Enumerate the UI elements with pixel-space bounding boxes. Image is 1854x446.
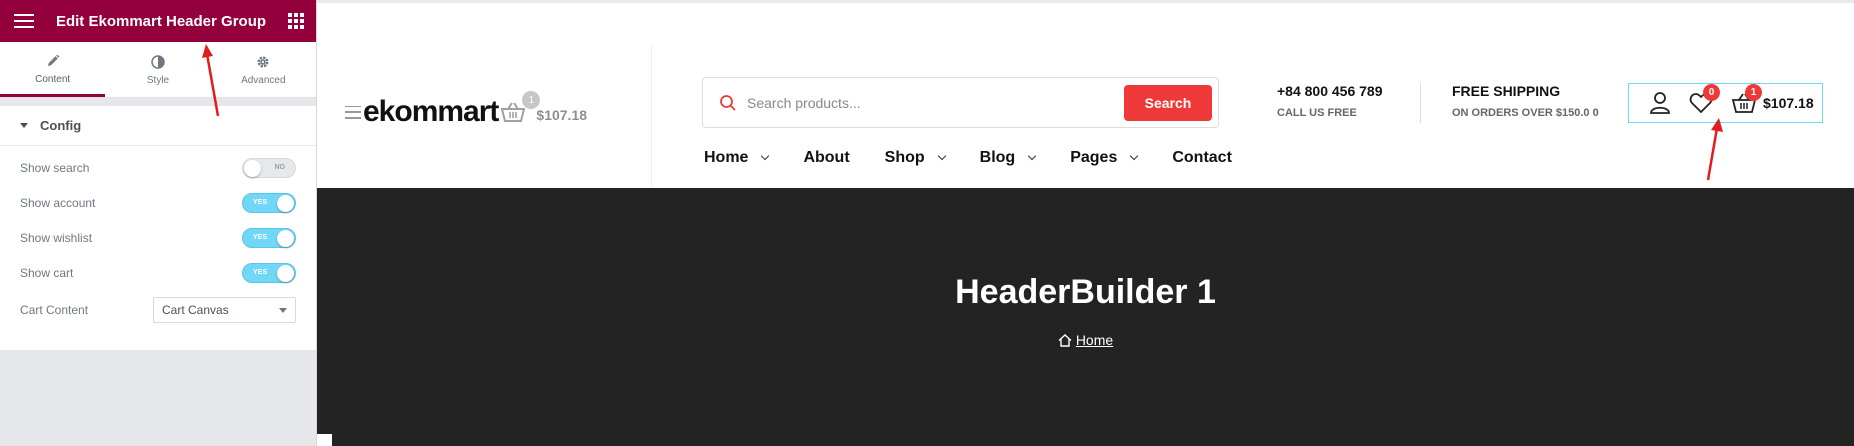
pencil-icon: [46, 52, 60, 70]
chevron-down-icon: [279, 307, 287, 313]
page-title-banner: HeaderBuilder 1 Home: [317, 188, 1854, 446]
caret-down-icon: [20, 123, 28, 128]
chevron-down-icon: [1130, 151, 1139, 161]
nav-label: Home: [704, 149, 749, 166]
control-label: Cart Content: [20, 303, 89, 317]
switch-state: YES: [253, 198, 268, 206]
nav-label: About: [803, 149, 850, 166]
control-label: Show wishlist: [20, 230, 93, 245]
chevron-down-icon: [1027, 151, 1037, 161]
contact-info: +84 800 456 789 CALL US FREE: [1277, 83, 1383, 119]
account-button[interactable]: [1649, 91, 1671, 115]
control-show-search: Show search NO: [0, 150, 316, 185]
show-cart-switch[interactable]: YES: [242, 262, 296, 283]
chevron-down-icon: [761, 151, 770, 161]
logo-cart-amount: $107.18: [536, 107, 588, 123]
tab-content-label: Content: [35, 73, 71, 85]
cart-amount: $107.18: [1763, 95, 1814, 111]
gear-icon: [256, 53, 270, 71]
menu-icon[interactable]: [345, 105, 361, 119]
widgets-grid-icon[interactable]: [287, 13, 304, 29]
logo-group: ekommart 1 $107.18: [345, 91, 588, 129]
show-search-switch[interactable]: NO: [242, 157, 296, 178]
section-config-toggle[interactable]: Config: [0, 106, 316, 146]
search-button[interactable]: Search: [1124, 84, 1212, 121]
tab-content[interactable]: Content: [0, 42, 106, 97]
cart-content-select[interactable]: Cart Canvas: [153, 297, 296, 323]
nav-label: Shop: [884, 149, 925, 166]
contact-divider: [1420, 83, 1421, 123]
control-show-cart: Show cart YES: [0, 255, 316, 290]
main-navigation: Home About Shop Blog Pages Contact: [704, 149, 1267, 167]
header-divider: [651, 45, 652, 188]
breadcrumb-home[interactable]: Home: [1058, 332, 1113, 348]
select-value: Cart Canvas: [162, 303, 229, 317]
nav-item-home[interactable]: Home: [704, 149, 770, 167]
contact-phone[interactable]: +84 800 456 789: [1277, 83, 1383, 99]
show-wishlist-switch[interactable]: YES: [242, 227, 296, 248]
nav-label: Contact: [1172, 149, 1232, 166]
cart-button[interactable]: 1 $107.18: [1731, 84, 1814, 114]
page-title: HeaderBuilder 1: [955, 273, 1216, 311]
show-account-switch[interactable]: YES: [242, 192, 296, 213]
contrast-icon: [151, 53, 165, 71]
tab-advanced[interactable]: Advanced: [211, 42, 316, 97]
shipping-title: FREE SHIPPING: [1452, 83, 1561, 99]
menu-icon[interactable]: [14, 14, 34, 28]
nav-item-about[interactable]: About: [803, 149, 849, 167]
panel-tabs: Content Style Advanced: [0, 42, 316, 98]
control-cart-content: Cart Content Cart Canvas: [0, 290, 316, 330]
nav-item-blog[interactable]: Blog: [979, 149, 1037, 167]
panel-body: Config Show search NO Show account YES S…: [0, 106, 316, 350]
switch-knob: [277, 194, 294, 212]
control-label: Show cart: [20, 265, 74, 280]
site-logo[interactable]: ekommart: [363, 95, 499, 129]
preview-corner: [317, 434, 332, 446]
nav-item-pages[interactable]: Pages: [1070, 149, 1139, 167]
panel-header: Edit Ekommart Header Group: [0, 0, 316, 42]
site-preview: ekommart 1 $107.18 Search +84 800 456 78…: [317, 0, 1854, 446]
logo-cart[interactable]: 1 $107.18: [500, 91, 588, 123]
nav-label: Blog: [979, 149, 1016, 166]
site-header: ekommart 1 $107.18 Search +84 800 456 78…: [317, 3, 1854, 188]
tab-style-label: Style: [146, 75, 170, 86]
control-show-wishlist: Show wishlist YES: [0, 220, 316, 255]
wishlist-badge: 0: [1703, 84, 1720, 101]
control-label: Show search: [20, 160, 90, 175]
header-group-widget[interactable]: 0 1 $107.18: [1628, 83, 1823, 123]
panel-title: Edit Ekommart Header Group: [55, 12, 267, 30]
tab-advanced-label: Advanced: [241, 75, 286, 86]
search-form: Search: [702, 77, 1219, 128]
switch-knob: [244, 159, 261, 177]
search-icon: [720, 94, 736, 111]
switch-state: YES: [253, 268, 268, 276]
wishlist-button[interactable]: 0: [1689, 84, 1720, 114]
switch-knob: [277, 229, 294, 247]
nav-item-contact[interactable]: Contact: [1172, 149, 1232, 167]
screenshot-root: Edit Ekommart Header Group Content Style: [0, 0, 1854, 446]
switch-state: YES: [253, 233, 268, 241]
switch-knob: [277, 264, 294, 282]
switch-state: NO: [274, 163, 286, 171]
control-label: Show account: [20, 195, 96, 210]
shipping-sub: ON ORDERS OVER $150.0 0: [1452, 107, 1599, 119]
nav-label: Pages: [1070, 149, 1118, 166]
home-icon: [1058, 333, 1072, 347]
tab-style[interactable]: Style: [105, 42, 210, 97]
contact-sub: CALL US FREE: [1277, 107, 1357, 119]
shipping-info: FREE SHIPPING ON ORDERS OVER $150.0 0: [1452, 83, 1599, 119]
breadcrumb-label: Home: [1075, 332, 1114, 348]
control-show-account: Show account YES: [0, 185, 316, 220]
nav-item-shop[interactable]: Shop: [884, 149, 946, 167]
cart-badge: 1: [1745, 84, 1762, 101]
section-title: Config: [40, 118, 82, 133]
elementor-panel: Edit Ekommart Header Group Content Style: [0, 0, 317, 446]
search-input[interactable]: [737, 78, 1124, 127]
chevron-down-icon: [937, 151, 946, 161]
user-icon: [1650, 92, 1670, 114]
